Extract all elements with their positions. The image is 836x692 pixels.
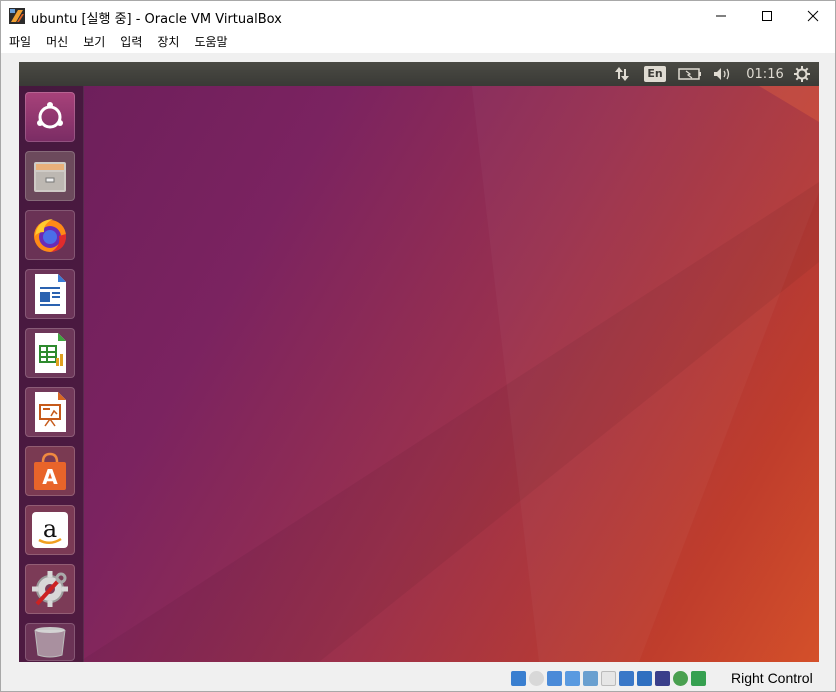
launcher-amazon[interactable]: a	[25, 505, 75, 555]
amazon-icon: a	[32, 512, 68, 548]
close-button[interactable]	[790, 1, 835, 31]
launcher-dash[interactable]	[25, 92, 75, 142]
device-indicators	[511, 671, 706, 687]
launcher-trash[interactable]	[25, 623, 75, 661]
keyboard-layout-label: En	[644, 66, 666, 82]
libreoffice-impress-icon	[35, 392, 66, 432]
usb-icon[interactable]	[583, 671, 598, 686]
host-key-label[interactable]: Right Control	[731, 670, 813, 686]
virtualbox-window: ubuntu [실행 중] - Oracle VM VirtualBox 파일 …	[0, 0, 836, 692]
battery-icon	[678, 68, 701, 80]
gear-icon	[794, 66, 810, 82]
launcher-firefox[interactable]	[25, 210, 75, 260]
display-icon[interactable]	[619, 671, 634, 686]
system-settings-icon	[32, 571, 68, 607]
unity-launcher: A a	[19, 86, 84, 662]
launcher-calc[interactable]	[25, 328, 75, 378]
keyboard-layout-indicator[interactable]: En	[643, 62, 667, 86]
system-menu[interactable]	[791, 62, 813, 86]
svg-text:a: a	[43, 515, 57, 543]
menu-help[interactable]: 도움말	[186, 31, 234, 53]
guest-screen[interactable]: En 01:16 A a	[19, 62, 819, 662]
menu-devices[interactable]: 장치	[149, 31, 186, 53]
volume-icon	[714, 68, 730, 80]
menu-file[interactable]: 파일	[1, 31, 38, 53]
title-bar[interactable]: ubuntu [실행 중] - Oracle VM VirtualBox	[1, 1, 835, 31]
trash-icon	[34, 627, 66, 658]
files-icon	[34, 162, 66, 192]
ubuntu-dash-icon	[37, 102, 63, 129]
optical-drive-icon[interactable]	[529, 671, 544, 686]
launcher-settings[interactable]	[25, 564, 75, 614]
wallpaper-streaks	[79, 62, 819, 662]
virtualbox-app-icon	[9, 8, 25, 24]
maximize-button[interactable]	[744, 1, 790, 31]
maximize-icon	[762, 11, 772, 21]
minimize-icon	[716, 15, 726, 17]
mouse-integration-icon[interactable]	[673, 671, 688, 686]
video-capture-icon[interactable]	[637, 671, 652, 686]
launcher-files[interactable]	[25, 151, 75, 201]
network-indicator[interactable]	[611, 62, 633, 86]
ubuntu-software-icon: A	[34, 452, 66, 490]
firefox-icon	[34, 219, 67, 252]
menu-view[interactable]: 보기	[75, 31, 112, 53]
launcher-impress[interactable]	[25, 387, 75, 437]
top-panel: En 01:16	[19, 62, 819, 86]
status-bar: Right Control	[1, 667, 835, 691]
vm-display-frame: En 01:16 A a	[1, 53, 835, 667]
menu-input[interactable]: 입력	[112, 31, 149, 53]
libreoffice-calc-icon	[35, 333, 66, 373]
launcher-software[interactable]: A	[25, 446, 75, 496]
audio-icon[interactable]	[547, 671, 562, 686]
window-title: ubuntu [실행 중] - Oracle VM VirtualBox	[31, 12, 282, 27]
sound-indicator[interactable]	[711, 62, 735, 86]
menu-machine[interactable]: 머신	[38, 31, 75, 53]
virtualization-icon[interactable]	[655, 671, 670, 686]
close-icon	[807, 10, 819, 22]
network-updown-icon	[615, 67, 629, 81]
battery-indicator[interactable]	[677, 62, 703, 86]
clock-indicator[interactable]: 01:16	[743, 62, 787, 86]
launcher-writer[interactable]	[25, 269, 75, 319]
clock-label: 01:16	[746, 66, 784, 82]
minimize-button[interactable]	[698, 1, 744, 31]
menu-bar: 파일 머신 보기 입력 장치 도움말	[1, 31, 835, 53]
keyboard-capture-icon[interactable]	[691, 671, 706, 686]
libreoffice-writer-icon	[35, 274, 66, 314]
hard-disk-icon[interactable]	[511, 671, 526, 686]
network-icon[interactable]	[565, 671, 580, 686]
shared-folders-icon[interactable]	[601, 671, 616, 686]
svg-text:A: A	[42, 465, 58, 489]
